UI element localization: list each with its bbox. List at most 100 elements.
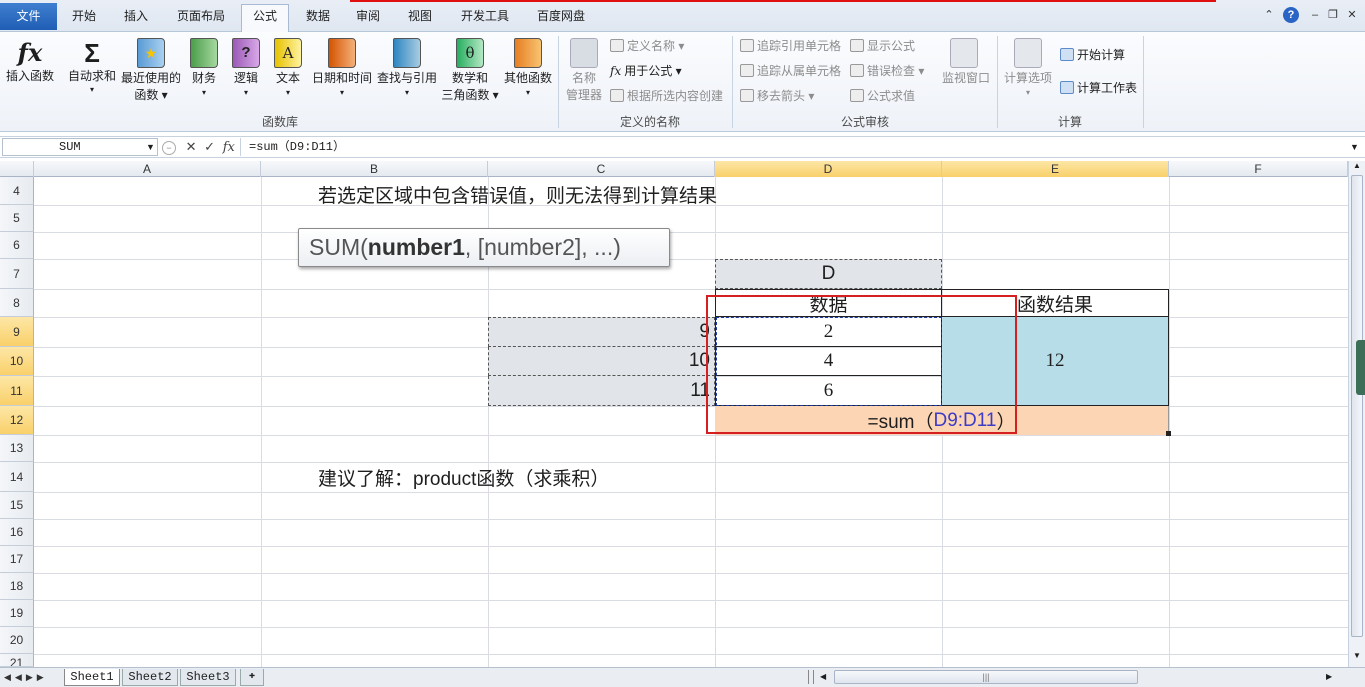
- tab-formulas[interactable]: 公式: [241, 4, 289, 32]
- row-header-13[interactable]: 13: [0, 435, 34, 462]
- vertical-scroll-thumb[interactable]: [1351, 175, 1363, 637]
- sheet-tab-1[interactable]: Sheet1: [64, 669, 120, 686]
- insert-function-button[interactable]: fx 插入函数: [2, 38, 58, 98]
- formula-bar-collapse-icon[interactable]: −: [162, 141, 176, 155]
- scroll-right-icon[interactable]: ▶: [1326, 670, 1336, 684]
- error-checking-button[interactable]: 错误检查 ▾: [850, 63, 924, 79]
- evaluate-formula-button[interactable]: 公式求值: [850, 88, 915, 104]
- calc-options-button[interactable]: 计算选项 ▾: [1000, 38, 1056, 102]
- column-header-d[interactable]: D: [715, 161, 942, 177]
- sheet-tab-2[interactable]: Sheet2: [122, 669, 178, 686]
- column-header-e[interactable]: E: [942, 161, 1169, 177]
- create-from-selection-button[interactable]: 根据所选内容创建: [610, 88, 723, 104]
- sheet-tab-3[interactable]: Sheet3: [180, 669, 236, 686]
- formula-expand-icon[interactable]: ▼: [1350, 139, 1359, 155]
- cell-d7[interactable]: D: [715, 259, 942, 289]
- cell-d11[interactable]: 6: [715, 376, 942, 406]
- name-manager-label-2: 管理器: [565, 88, 602, 102]
- name-box-dropdown-icon[interactable]: ▼: [146, 139, 155, 155]
- side-panel-handle[interactable]: [1356, 340, 1365, 395]
- close-icon[interactable]: ✕: [1345, 8, 1359, 22]
- row-header-19[interactable]: 19: [0, 600, 34, 627]
- tab-insert[interactable]: 插入: [114, 5, 158, 28]
- datetime-button[interactable]: 日期和时间 ▾: [310, 38, 374, 102]
- horizontal-scroll-thumb[interactable]: |||: [834, 670, 1138, 684]
- select-all-corner[interactable]: [0, 161, 34, 177]
- name-box[interactable]: SUM: [2, 138, 158, 156]
- row-header-4[interactable]: 4: [0, 177, 34, 205]
- sheet-nav-arrows-icon[interactable]: ◀◀▶▶: [4, 670, 48, 684]
- cell-c10[interactable]: 10: [488, 347, 715, 376]
- cancel-icon[interactable]: ✕: [186, 139, 197, 154]
- show-formulas-button[interactable]: 显示公式: [850, 38, 915, 54]
- row-header-10[interactable]: 10: [0, 347, 34, 376]
- enter-icon[interactable]: ✓: [204, 139, 215, 154]
- scroll-left-icon[interactable]: ◀: [820, 670, 830, 684]
- restore-icon[interactable]: ❐: [1326, 8, 1340, 22]
- autosum-button[interactable]: Σ 自动求和 ▾: [66, 38, 118, 102]
- scroll-up-icon[interactable]: ▲: [1351, 161, 1363, 171]
- row-header-8[interactable]: 8: [0, 289, 34, 317]
- cell-d10[interactable]: 4: [715, 347, 942, 376]
- remove-arrows-button[interactable]: 移去箭头 ▾: [740, 88, 814, 104]
- column-header-a[interactable]: A: [34, 161, 261, 177]
- more-functions-button[interactable]: 其他函数 ▾: [502, 38, 554, 102]
- scroll-down-icon[interactable]: ▼: [1351, 651, 1363, 661]
- column-header-c[interactable]: C: [488, 161, 715, 177]
- tab-developer[interactable]: 开发工具: [452, 5, 518, 28]
- math-trig-button[interactable]: θ 数学和 三角函数 ▾: [440, 38, 500, 102]
- tab-page-layout[interactable]: 页面布局: [170, 5, 232, 28]
- row-header-21[interactable]: 21: [0, 654, 34, 667]
- cell-c11[interactable]: 11: [488, 376, 715, 406]
- row-header-6[interactable]: 6: [0, 232, 34, 259]
- tab-file[interactable]: 文件: [0, 3, 57, 30]
- collapse-ribbon-icon[interactable]: ⌃: [1262, 8, 1276, 22]
- formula-input[interactable]: =sum（D9:D11）: [240, 138, 1348, 156]
- row-header-18[interactable]: 18: [0, 573, 34, 600]
- column-header-f[interactable]: F: [1169, 161, 1348, 177]
- tab-home[interactable]: 开始: [62, 5, 106, 28]
- insert-function-fx-icon[interactable]: fx: [223, 140, 235, 155]
- trace-dependents-button[interactable]: 追踪从属单元格: [740, 63, 841, 79]
- calculate-sheet-button[interactable]: 计算工作表: [1060, 80, 1137, 96]
- cell-d8[interactable]: 数据: [715, 289, 942, 317]
- calculate-now-button[interactable]: 开始计算: [1060, 47, 1125, 63]
- row-header-11[interactable]: 11: [0, 376, 34, 406]
- row-header-20[interactable]: 20: [0, 627, 34, 654]
- insert-sheet-icon[interactable]: ✚: [240, 669, 264, 686]
- define-name-button[interactable]: 定义名称 ▾: [610, 38, 684, 54]
- column-header-b[interactable]: B: [261, 161, 488, 177]
- name-manager-button[interactable]: 名称 管理器: [562, 38, 606, 102]
- cell-e9-result[interactable]: 12: [942, 317, 1169, 406]
- row-header-9[interactable]: 9: [0, 317, 34, 347]
- cell-e8[interactable]: 函数结果: [942, 289, 1169, 317]
- text-button[interactable]: A 文本 ▾: [270, 38, 306, 102]
- recently-used-button[interactable]: ★ 最近使用的 函数 ▾: [120, 38, 182, 102]
- row-header-14[interactable]: 14: [0, 462, 34, 492]
- tab-view[interactable]: 视图: [400, 5, 440, 28]
- row-header-7[interactable]: 7: [0, 259, 34, 289]
- use-in-formula-button[interactable]: fx 用于公式 ▾: [610, 63, 682, 79]
- row-header-17[interactable]: 17: [0, 546, 34, 573]
- trace-precedents-button[interactable]: 追踪引用单元格: [740, 38, 841, 54]
- tab-baidu-netdisk[interactable]: 百度网盘: [528, 5, 594, 28]
- watch-window-button[interactable]: 监视窗口: [938, 38, 994, 88]
- row-header-15[interactable]: 15: [0, 492, 34, 519]
- lookup-label: 查找与引用: [376, 71, 437, 85]
- tab-data[interactable]: 数据: [298, 5, 338, 28]
- row-header-5[interactable]: 5: [0, 205, 34, 232]
- row-header-16[interactable]: 16: [0, 519, 34, 546]
- cell-d12-formula[interactable]: =sum（ D9:D11）: [715, 406, 1169, 435]
- minimize-icon[interactable]: –: [1308, 8, 1322, 22]
- fill-handle[interactable]: [1166, 431, 1171, 436]
- cell-d9[interactable]: 2: [715, 317, 942, 347]
- tab-review[interactable]: 审阅: [348, 5, 388, 28]
- help-icon[interactable]: ?: [1283, 7, 1299, 23]
- logical-button[interactable]: ? 逻辑 ▾: [228, 38, 264, 102]
- tab-splitter[interactable]: [808, 670, 814, 684]
- vertical-scrollbar[interactable]: ▲ ▼: [1348, 161, 1365, 667]
- lookup-button[interactable]: 查找与引用 ▾: [376, 38, 438, 102]
- cell-c9[interactable]: 9: [488, 317, 715, 347]
- financial-button[interactable]: 财务 ▾: [186, 38, 222, 102]
- row-header-12[interactable]: 12: [0, 406, 34, 435]
